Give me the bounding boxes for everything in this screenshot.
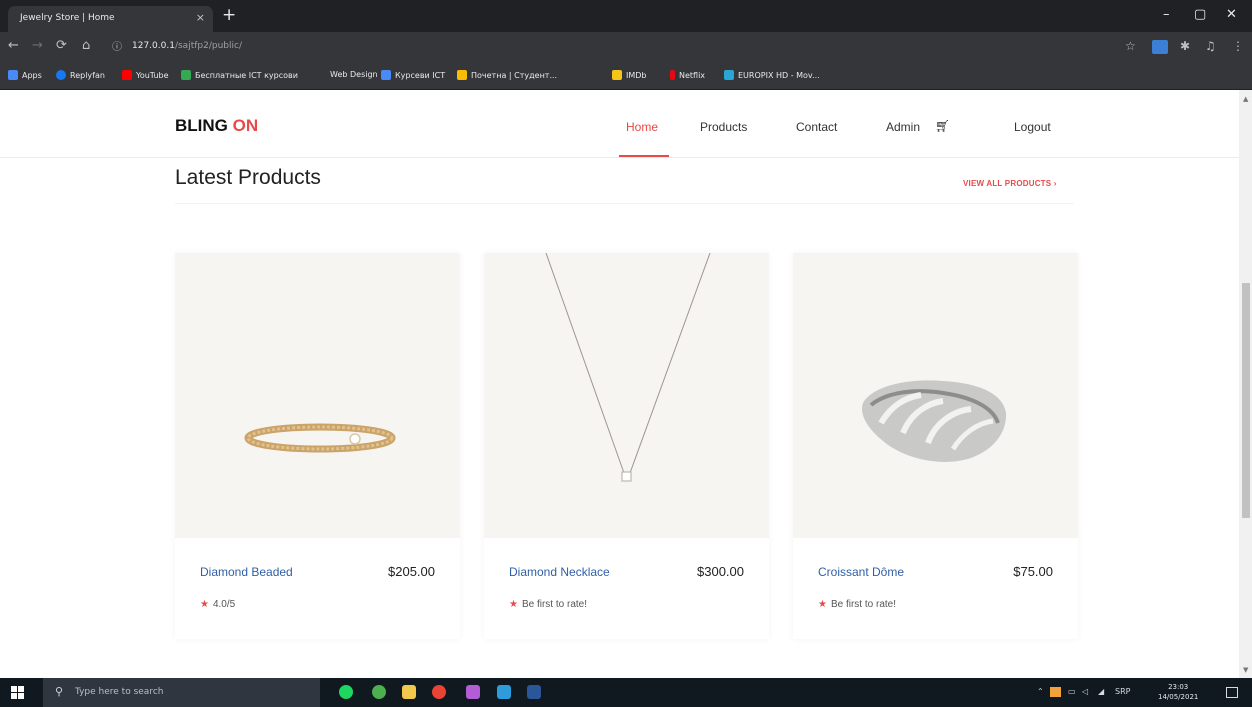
section-title: Latest Products <box>175 166 321 189</box>
bookmark-apps[interactable]: Apps <box>8 70 42 80</box>
url-path: /sajtfp2/public/ <box>174 41 242 51</box>
browser-app-icon[interactable] <box>372 685 386 699</box>
bookmark-web-design[interactable]: Web Design <box>330 70 378 79</box>
back-icon[interactable]: ← <box>8 39 19 53</box>
product-name[interactable]: Croissant Dôme <box>818 565 904 579</box>
cart-icon[interactable]: 🛒︎ <box>935 119 950 133</box>
tray-app-icon[interactable] <box>1050 687 1061 697</box>
site-info-icon[interactable]: ⓘ <box>112 41 122 55</box>
web-page: BLING ON Home Products Contact Admin 🛒︎ … <box>0 90 1239 678</box>
volume-icon[interactable]: ◁ <box>1082 687 1088 696</box>
product-card[interactable]: Diamond Necklace $300.00 ★ Be first to ra… <box>484 253 769 639</box>
bookmark-replyfan[interactable]: Replyfan <box>56 70 105 80</box>
nav-home[interactable]: Home <box>626 120 658 134</box>
product-rating: ★ 4.0/5 <box>200 599 236 610</box>
student-icon <box>457 70 467 80</box>
bookmark-kursevi[interactable]: Курсеви ICT <box>381 70 445 80</box>
home-icon[interactable]: ⌂ <box>82 39 90 53</box>
replyfan-icon <box>56 70 66 80</box>
minimize-button[interactable]: – <box>1163 7 1170 22</box>
file-explorer-icon[interactable] <box>402 685 416 699</box>
tab-title: Jewelry Store | Home <box>20 13 115 23</box>
product-price: $300.00 <box>697 564 744 579</box>
photos-icon[interactable] <box>497 685 511 699</box>
scroll-down-icon[interactable]: ▼ <box>1243 666 1248 674</box>
search-placeholder: Type here to search <box>75 687 164 697</box>
site-navbar: BLING ON Home Products Contact Admin 🛒︎ … <box>0 90 1239 158</box>
product-image-necklace[interactable] <box>484 253 769 538</box>
nav-admin[interactable]: Admin <box>886 120 920 134</box>
product-price: $205.00 <box>388 564 435 579</box>
product-rating: ★ Be first to rate! <box>818 599 896 610</box>
url-input[interactable]: 127.0.0.1/sajtfp2/public/ <box>132 38 1112 56</box>
language-indicator[interactable]: SRP <box>1115 687 1130 696</box>
star-icon: ★ <box>509 599 518 610</box>
word-icon[interactable] <box>527 685 541 699</box>
divider <box>175 203 1074 204</box>
clock-date: 14/05/2021 <box>1158 693 1199 701</box>
star-icon: ★ <box>200 599 209 610</box>
product-name[interactable]: Diamond Necklace <box>509 565 610 579</box>
bookmark-europix[interactable]: EUROPIX HD - Mov... <box>724 70 820 80</box>
taskbar-search-input[interactable]: ⚲ Type here to search <box>43 678 320 707</box>
product-name[interactable]: Diamond Beaded <box>200 565 293 579</box>
nav-logout[interactable]: Logout <box>1014 120 1051 134</box>
browser-tabbar: Jewelry Store | Home × + – ▢ ✕ <box>0 0 1252 32</box>
apps-grid-icon <box>8 70 18 80</box>
reload-icon[interactable]: ⟳ <box>56 39 67 53</box>
site-logo[interactable]: BLING ON <box>175 116 258 136</box>
product-image-ring[interactable] <box>793 253 1078 538</box>
bookmark-ict[interactable]: Бесплатные ICT курсови <box>181 70 298 80</box>
extension-icon[interactable] <box>1152 40 1168 54</box>
youtube-icon <box>122 70 132 80</box>
tab-close-icon[interactable]: × <box>196 11 205 24</box>
product-image-bracelet[interactable] <box>175 253 460 538</box>
europix-icon <box>724 70 734 80</box>
menu-kebab-icon[interactable]: ⋮ <box>1232 39 1244 53</box>
product-card[interactable]: Croissant Dôme $75.00 ★ Be first to rate! <box>793 253 1078 639</box>
netflix-icon <box>670 70 675 80</box>
windows-taskbar: ⚲ Type here to search ⌃ ▭ ◁ ◢ SRP 23:03 … <box>0 678 1252 707</box>
windows-start-icon[interactable] <box>11 686 24 699</box>
nav-contact[interactable]: Contact <box>796 120 837 134</box>
bookmark-netflix[interactable]: Netflix <box>670 70 705 80</box>
battery-icon[interactable]: ▭ <box>1068 687 1076 696</box>
maximize-button[interactable]: ▢ <box>1194 7 1206 22</box>
address-bar-row: ← → ⟳ ⌂ ⓘ 127.0.0.1/sajtfp2/public/ ☆ ✱ … <box>0 32 1252 62</box>
clock-time: 23:03 <box>1168 683 1189 691</box>
bookmark-youtube[interactable]: YouTube <box>122 70 169 80</box>
spotify-icon[interactable] <box>339 685 353 699</box>
forward-icon[interactable]: → <box>32 39 43 53</box>
new-tab-button[interactable]: + <box>222 6 236 24</box>
scrollbar-thumb[interactable] <box>1242 283 1250 518</box>
search-icon: ⚲ <box>55 685 64 698</box>
media-icon[interactable]: ♫ <box>1205 39 1216 53</box>
extensions-puzzle-icon[interactable]: ✱ <box>1180 39 1190 53</box>
view-all-products-link[interactable]: VIEW ALL PRODUCTS › <box>963 179 1057 188</box>
product-price: $75.00 <box>1013 564 1053 579</box>
nav-active-indicator <box>619 155 669 157</box>
close-window-button[interactable]: ✕ <box>1226 7 1237 22</box>
product-card[interactable]: Diamond Beaded $205.00 ★ 4.0/5 <box>175 253 460 639</box>
notification-icon[interactable] <box>1226 687 1238 698</box>
folder-icon <box>381 70 391 80</box>
nav-products[interactable]: Products <box>700 120 747 134</box>
taskbar-clock[interactable]: 23:03 14/05/2021 <box>1158 682 1198 702</box>
product-rating: ★ Be first to rate! <box>509 599 587 610</box>
network-icon[interactable]: ◢ <box>1098 687 1104 696</box>
tray-chevron-icon[interactable]: ⌃ <box>1037 687 1044 696</box>
scroll-up-icon[interactable]: ▲ <box>1243 95 1248 103</box>
ict-icon <box>181 70 191 80</box>
chrome-icon[interactable] <box>432 685 446 699</box>
star-icon: ★ <box>818 599 827 610</box>
url-host: 127.0.0.1 <box>132 41 175 51</box>
bookmark-pocetna[interactable]: Почетна | Студент... <box>457 70 557 80</box>
browser-tab[interactable]: Jewelry Store | Home × <box>8 6 213 32</box>
bookmark-star-icon[interactable]: ☆ <box>1125 39 1136 53</box>
bookmarks-bar: Apps Replyfan YouTube Бесплатные ICT кур… <box>0 62 1252 90</box>
app-icon[interactable] <box>466 685 480 699</box>
imdb-icon <box>612 70 622 80</box>
bookmark-imdb[interactable]: IMDb <box>612 70 647 80</box>
